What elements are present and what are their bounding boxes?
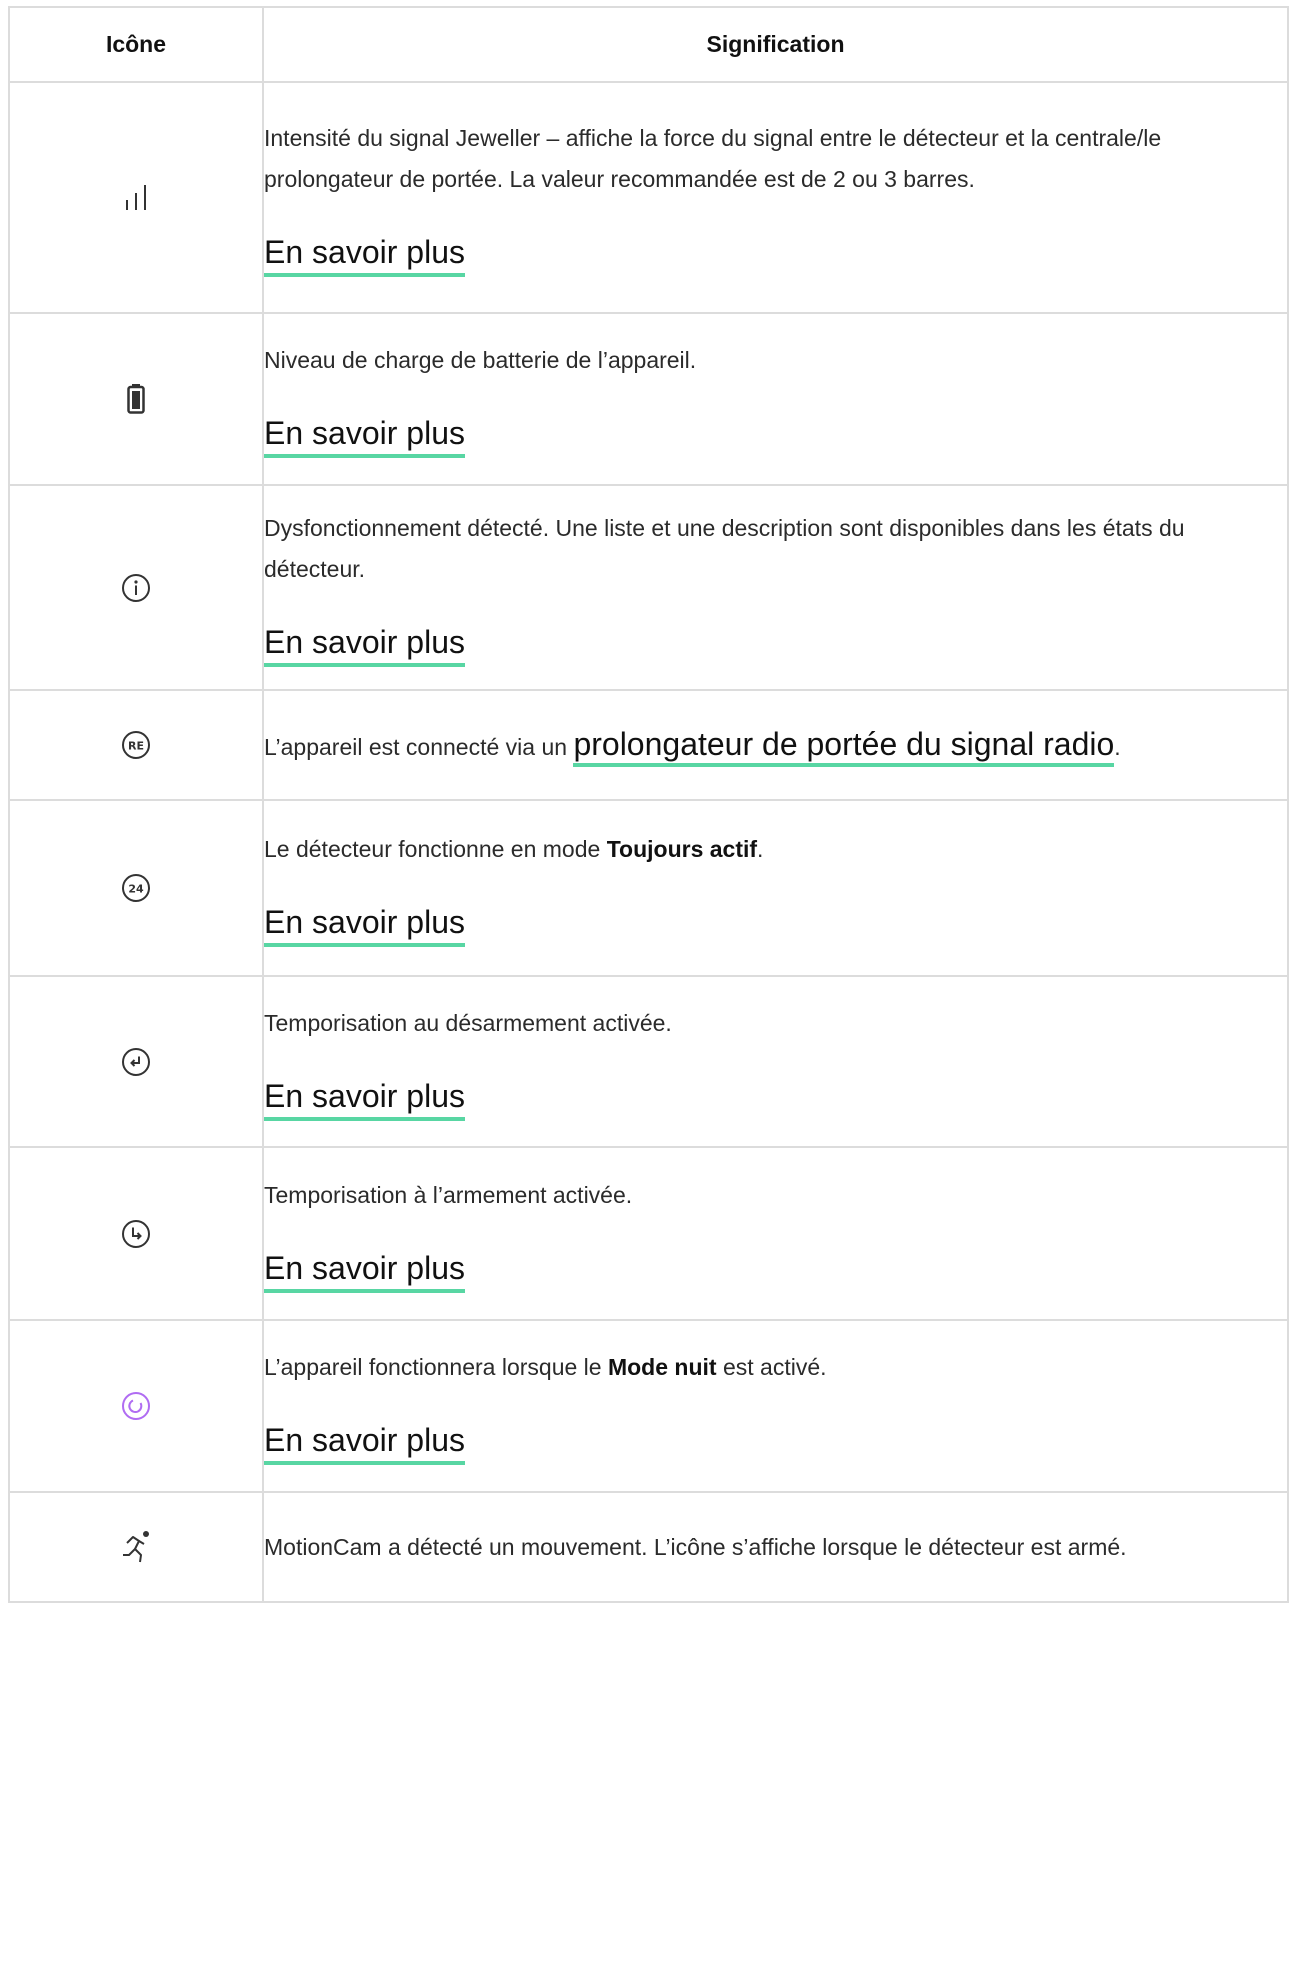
table-row: MotionCam a détecté un mouvement. L’icôn… [8,1491,1289,1603]
signal-strength-icon [122,184,150,211]
icon-cell [8,1491,264,1603]
description-text: . [1114,733,1121,760]
row-description: Temporisation à l’armement activée. [264,1181,633,1208]
row-description: L’appareil est connecté via un prolongat… [264,721,1287,770]
table-row: Intensité du signal Jeweller – affiche l… [8,81,1289,314]
column-header-icon: Icône [8,6,264,83]
night-mode-icon [121,1391,151,1421]
table-row: Dysfonctionnement détecté. Une liste et … [8,484,1289,691]
learn-more-link[interactable]: En savoir plus [264,622,465,667]
row-description: Le détecteur fonctionne en mode Toujours… [264,829,1287,870]
icon-cell: 24 [8,799,264,977]
icon-meaning-table: Icône Signification Intensité du signal … [8,6,1289,1603]
row-description: Niveau de charge de batterie de l’appare… [264,347,697,373]
meaning-cell: Temporisation à l’armement activée. En s… [262,1146,1289,1321]
description-text: L’appareil est connecté via un [264,733,574,760]
learn-more-link[interactable]: En savoir plus [264,1248,465,1293]
meaning-cell: L’appareil est connecté via un prolongat… [262,689,1289,801]
icon-cell: RE [8,689,264,801]
description-bold: Mode nuit [607,1354,717,1380]
meaning-cell: Niveau de charge de batterie de l’appare… [262,312,1289,486]
description-text: Le détecteur fonctionne en mode [264,836,607,862]
icon-cell [8,484,264,691]
icon-cell [8,312,264,486]
meaning-cell: MotionCam a détecté un mouvement. L’icôn… [262,1491,1289,1603]
icon-cell [8,1319,264,1493]
battery-icon [127,384,145,414]
learn-more-link[interactable]: En savoir plus [264,413,465,458]
meaning-cell: Dysfonctionnement détecté. Une liste et … [262,484,1289,691]
range-extender-re-icon: RE [121,730,151,760]
meaning-cell: Temporisation au désarmement activée. En… [262,975,1289,1148]
svg-text:24: 24 [128,883,144,896]
svg-text:RE: RE [128,740,144,753]
table-row: L’appareil fonctionnera lorsque le Mode … [8,1319,1289,1493]
table-row: RE L’appareil est connecté via un prolon… [8,689,1289,801]
meaning-cell: Le détecteur fonctionne en mode Toujours… [262,799,1289,977]
description-text: L’appareil fonctionnera lorsque le [264,1354,608,1380]
learn-more-link[interactable]: En savoir plus [264,1420,465,1465]
column-header-meaning: Signification [262,6,1289,83]
table-row: 24 Le détecteur fonctionne en mode Toujo… [8,799,1289,977]
always-active-24-icon: 24 [121,873,151,903]
entry-delay-icon [121,1047,151,1077]
icon-cell [8,81,264,314]
range-extender-link[interactable]: prolongateur de portée du signal radio [573,725,1115,767]
table-row: Niveau de charge de batterie de l’appare… [8,312,1289,486]
row-description: Dysfonctionnement détecté. Une liste et … [264,515,1185,582]
learn-more-link[interactable]: En savoir plus [264,1076,465,1121]
icon-cell [8,1146,264,1321]
description-text: est activé. [716,1354,827,1380]
learn-more-link[interactable]: En savoir plus [264,232,465,277]
description-text: . [757,836,764,862]
table-header-row: Icône Signification [8,6,1289,83]
info-icon [121,573,151,603]
table-row: Temporisation à l’armement activée. En s… [8,1146,1289,1321]
exit-delay-icon [121,1219,151,1249]
table-row: Temporisation au désarmement activée. En… [8,975,1289,1148]
row-description: Intensité du signal Jeweller – affiche l… [264,125,1162,192]
motion-detected-icon [119,1529,153,1565]
row-description: MotionCam a détecté un mouvement. L’icôn… [264,1533,1127,1560]
row-description: L’appareil fonctionnera lorsque le Mode … [264,1347,1287,1388]
learn-more-link[interactable]: En savoir plus [264,902,465,947]
description-bold: Toujours actif [606,836,758,862]
meaning-cell: Intensité du signal Jeweller – affiche l… [262,81,1289,314]
meaning-cell: L’appareil fonctionnera lorsque le Mode … [262,1319,1289,1493]
row-description: Temporisation au désarmement activée. [264,1009,672,1036]
icon-cell [8,975,264,1148]
